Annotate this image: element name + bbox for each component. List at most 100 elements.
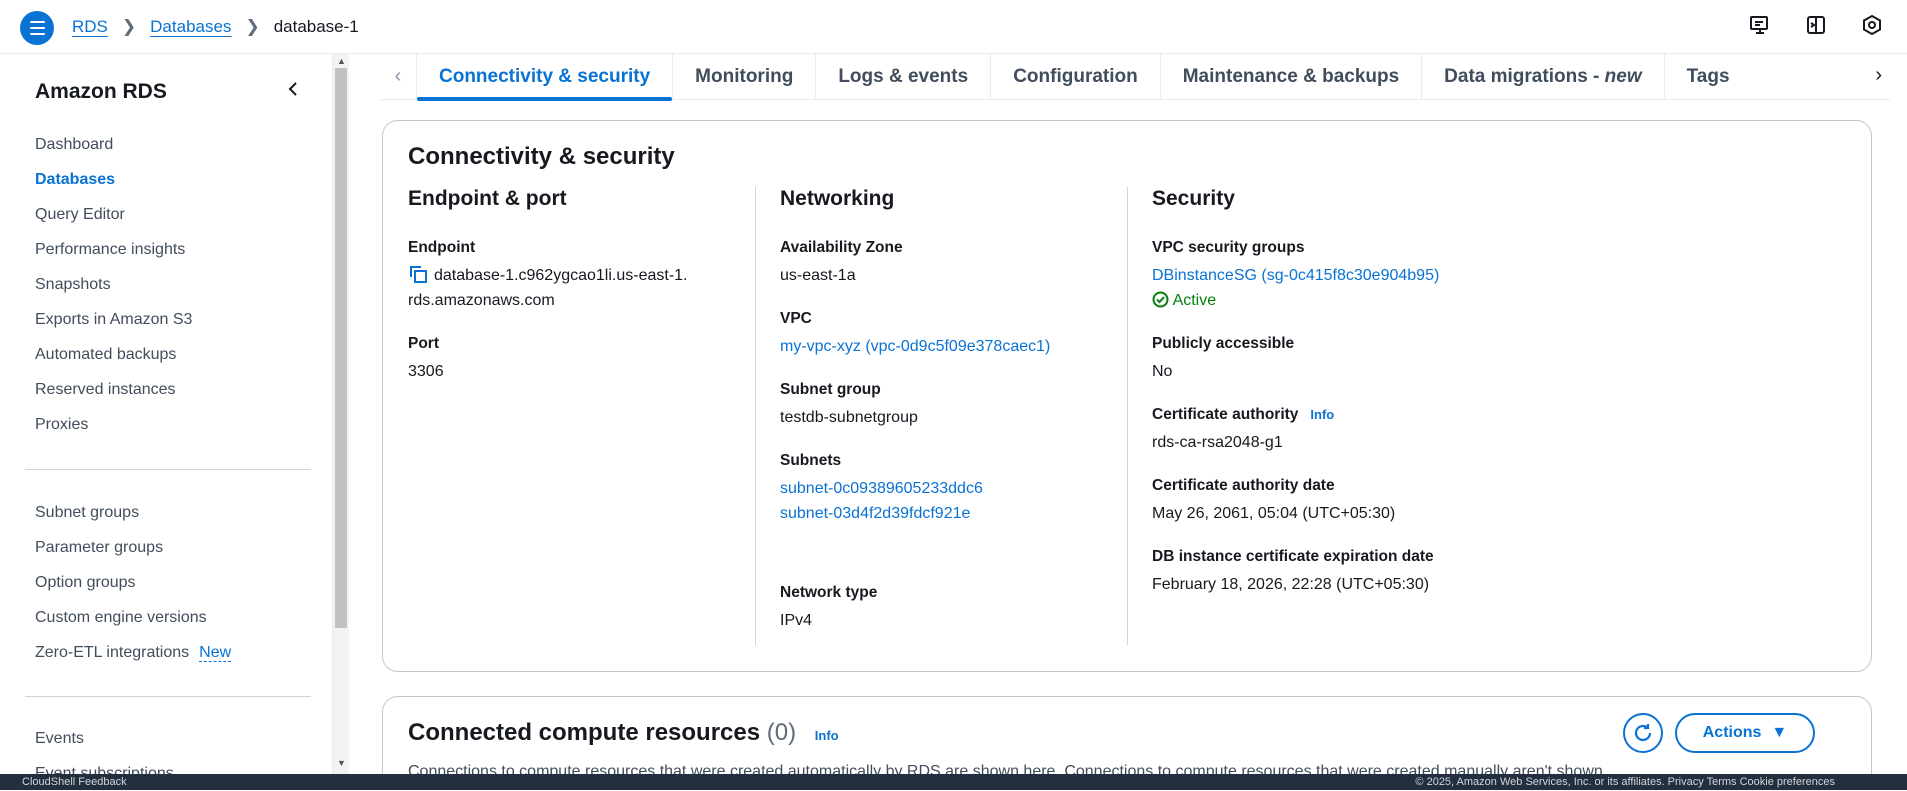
field-label: Subnet group: [780, 381, 881, 398]
sidebar-item-proxies[interactable]: Proxies: [35, 407, 192, 442]
nav-group-config: Subnet groups Parameter groups Option gr…: [35, 495, 232, 670]
panel-title: Connectivity & security: [408, 143, 675, 170]
settings-icon[interactable]: [1861, 14, 1883, 36]
tab-maintenance-backups[interactable]: Maintenance & backups: [1159, 54, 1421, 100]
top-utility-icons: [1749, 14, 1883, 36]
sidebar-item-zero-etl[interactable]: Zero-ETL integrations New: [35, 635, 232, 670]
chevron-left-icon[interactable]: ‹: [380, 65, 416, 88]
column-divider: [755, 187, 756, 645]
sidebar-item-snapshots[interactable]: Snapshots: [35, 267, 192, 302]
sidebar-item-query-editor[interactable]: Query Editor: [35, 197, 192, 232]
sidebar-item-subnet-groups[interactable]: Subnet groups: [35, 495, 231, 530]
main-content: ‹ Connectivity & security Monitoring Log…: [350, 54, 1907, 774]
endpoint-line1: database-1.c962ygcao1li.us-east-1.: [434, 267, 688, 284]
column-heading: Security: [1152, 187, 1235, 210]
tab-logs-events[interactable]: Logs & events: [815, 54, 990, 100]
panel-title-text: Connected compute resources: [408, 719, 761, 746]
refresh-icon: [1634, 724, 1652, 742]
sidebar-item-reserved-instances[interactable]: Reserved instances: [35, 372, 192, 407]
new-badge: New: [199, 644, 232, 662]
field-label: DB instance certificate expiration date: [1152, 548, 1434, 565]
endpoint-port-column: Endpoint & port Endpoint database-1.c962…: [408, 187, 748, 645]
menu-toggle-button[interactable]: [20, 11, 54, 45]
sidebar-scrollbar[interactable]: ▲ ▼: [333, 54, 349, 774]
info-link[interactable]: Info: [1310, 407, 1334, 422]
subnet-link[interactable]: subnet-0c09389605233ddc6: [780, 476, 1120, 501]
publicly-accessible-value: No: [1152, 363, 1173, 380]
breadcrumb-rds[interactable]: RDS: [72, 17, 108, 37]
caret-down-icon: ▼: [1771, 724, 1788, 741]
resource-count: (0): [766, 719, 797, 746]
notifications-panel-icon[interactable]: [1749, 14, 1771, 36]
side-navigation: Amazon RDS Dashboard Databases Query Edi…: [0, 54, 333, 782]
sidebar-item-databases[interactable]: Databases: [35, 162, 192, 197]
sidebar-item-label: Zero-ETL integrations: [35, 644, 190, 661]
field-label: Certificate authority date: [1152, 477, 1335, 494]
check-circle-icon: [1152, 291, 1169, 308]
breadcrumb-databases[interactable]: Databases: [150, 17, 231, 37]
info-link[interactable]: Info: [815, 728, 839, 743]
field-label: Subnets: [780, 452, 842, 469]
endpoint-value: database-1.c962ygcao1li.us-east-1. rds.a…: [408, 263, 748, 313]
networking-column: Networking Availability Zone us-east-1a …: [780, 187, 1120, 645]
chevron-right-icon: ❯: [245, 17, 260, 36]
sidebar-item-events[interactable]: Events: [35, 721, 174, 756]
tab-monitoring[interactable]: Monitoring: [672, 54, 815, 100]
scrollbar-thumb[interactable]: [335, 68, 347, 628]
close-icon[interactable]: [286, 82, 300, 96]
hamburger-icon-line: [29, 33, 45, 35]
subnets-field: Subnets subnet-0c09389605233ddc6 subnet-…: [780, 452, 1120, 526]
chevron-right-icon[interactable]: ›: [1875, 64, 1882, 87]
tab-connectivity-security[interactable]: Connectivity & security: [416, 54, 673, 101]
tab-data-migrations[interactable]: Data migrations - new: [1421, 54, 1663, 100]
sidebar-item-parameter-groups[interactable]: Parameter groups: [35, 530, 231, 565]
nav-divider: [25, 696, 311, 697]
tab-label: Data migrations -: [1444, 65, 1600, 87]
actions-button[interactable]: Actions ▼: [1675, 713, 1815, 753]
chevron-right-icon: ❯: [121, 17, 137, 36]
field-label: VPC: [780, 310, 812, 327]
tab-configuration[interactable]: Configuration: [990, 54, 1160, 100]
subnet-group-field: Subnet group testdb-subnetgroup: [780, 381, 1120, 430]
az-value: us-east-1a: [780, 267, 856, 284]
vpc-link[interactable]: my-vpc-xyz (vpc-0d9c5f09e378caec1): [780, 338, 1050, 355]
footer-right[interactable]: © 2025, Amazon Web Services, Inc. or its…: [1415, 776, 1835, 788]
sidebar-item-automated-backups[interactable]: Automated backups: [35, 337, 192, 372]
footer-left[interactable]: CloudShell Feedback: [22, 776, 127, 788]
security-group-link[interactable]: DBinstanceSG (sg-0c415f8c30e904b95): [1152, 263, 1592, 288]
sidebar-item-exports-s3[interactable]: Exports in Amazon S3: [35, 302, 192, 337]
split-panel-icon[interactable]: [1805, 14, 1827, 36]
status-text: Active: [1172, 292, 1217, 309]
subnet-link[interactable]: subnet-03d4f2d39fdcf921e: [780, 501, 1120, 526]
status-badge: Active: [1152, 288, 1592, 313]
side-navigation-title: Amazon RDS: [35, 80, 167, 103]
ca-date-field: Certificate authority date May 26, 2061,…: [1152, 477, 1592, 526]
scroll-up-icon[interactable]: ▲: [337, 56, 346, 66]
hamburger-icon-line: [29, 21, 45, 23]
subnet-group-value: testdb-subnetgroup: [780, 409, 918, 426]
sidebar-item-performance-insights[interactable]: Performance insights: [35, 232, 192, 267]
refresh-button[interactable]: [1623, 713, 1663, 753]
az-field: Availability Zone us-east-1a: [780, 239, 1120, 288]
sidebar-item-dashboard[interactable]: Dashboard: [35, 127, 192, 162]
network-type-field: Network type IPv4: [780, 584, 1120, 633]
nav-divider: [25, 469, 311, 470]
nav-group-main: Dashboard Databases Query Editor Perform…: [35, 127, 192, 442]
top-navigation-bar: RDS ❯ Databases ❯ database-1: [0, 0, 1907, 54]
column-heading: Endpoint & port: [408, 187, 567, 210]
scroll-down-icon[interactable]: ▼: [337, 758, 346, 768]
sidebar-item-custom-engine-versions[interactable]: Custom engine versions: [35, 600, 231, 635]
column-divider: [1127, 187, 1128, 645]
field-label: Endpoint: [408, 239, 476, 256]
footer-bar: CloudShell Feedback © 2025, Amazon Web S…: [0, 774, 1907, 790]
sidebar-item-option-groups[interactable]: Option groups: [35, 565, 231, 600]
tab-tags[interactable]: Tags: [1663, 54, 1752, 100]
copy-icon[interactable]: [408, 264, 428, 284]
panel-title: Connected compute resources (0) Info: [408, 719, 839, 747]
endpoint-field: Endpoint database-1.c962ygcao1li.us-east…: [408, 239, 748, 313]
field-label-row: Certificate authority Info: [1152, 406, 1592, 424]
vpc-field: VPC my-vpc-xyz (vpc-0d9c5f09e378caec1): [780, 310, 1120, 359]
ca-date-value: May 26, 2061, 05:04 (UTC+05:30): [1152, 505, 1396, 522]
port-value: 3306: [408, 363, 444, 380]
cert-expiration-value: February 18, 2026, 22:28 (UTC+05:30): [1152, 576, 1430, 593]
